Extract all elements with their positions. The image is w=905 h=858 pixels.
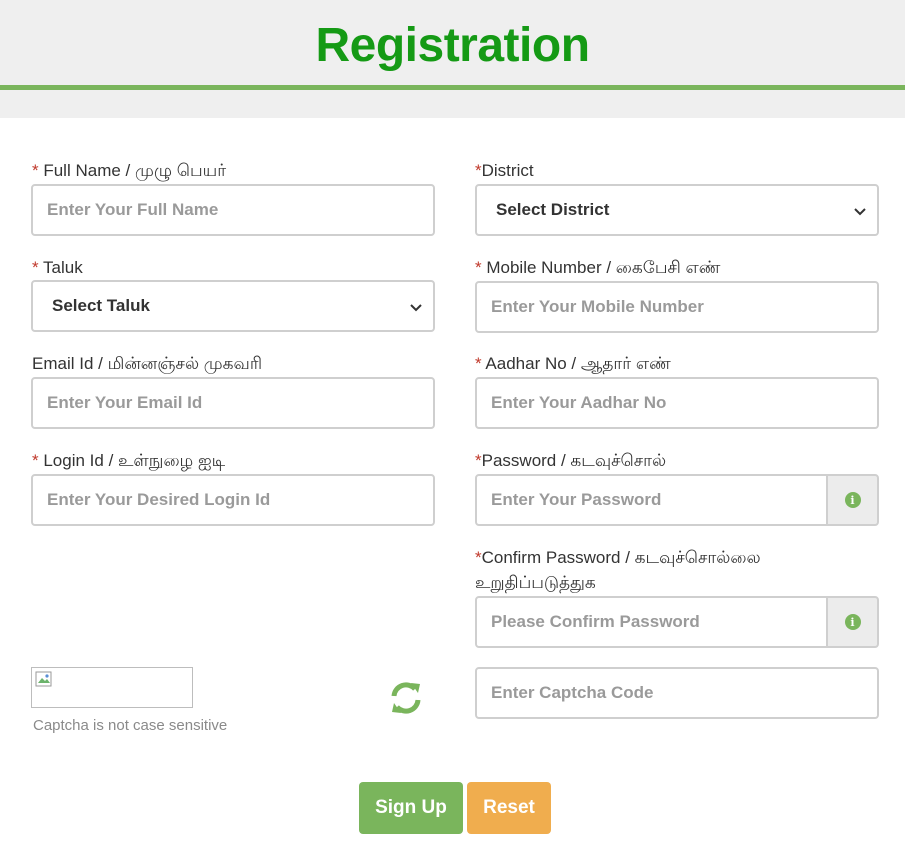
district-label: *District (475, 161, 534, 180)
refresh-icon[interactable] (388, 680, 424, 716)
confirm-password-label: *Confirm Password / கடவுச்சொல்லை (475, 548, 761, 567)
password-info-button[interactable]: i (827, 474, 879, 526)
district-select[interactable]: Select District (475, 184, 879, 236)
info-icon: i (844, 492, 861, 508)
required-marker: * (475, 161, 482, 180)
password-input[interactable] (475, 474, 828, 526)
chevron-down-icon (410, 304, 422, 312)
taluk-select[interactable]: Select Taluk (31, 280, 435, 332)
info-icon: i (844, 614, 861, 630)
confirm-password-label-line2: உறுதிப்படுத்துக (475, 573, 596, 592)
password-label: *Password / கடவுச்சொல் (475, 451, 667, 470)
required-marker: * (475, 258, 482, 277)
mobile-input[interactable] (475, 281, 879, 333)
required-marker: * (32, 258, 39, 277)
sign-up-button[interactable]: Sign Up (359, 782, 463, 834)
confirm-password-input[interactable] (475, 596, 828, 648)
reset-button[interactable]: Reset (467, 782, 551, 834)
header-divider (0, 85, 905, 90)
required-marker: * (475, 548, 482, 567)
page-header: Registration (0, 0, 905, 118)
required-marker: * (32, 451, 39, 470)
broken-image-icon (35, 671, 52, 687)
chevron-down-icon (854, 208, 866, 216)
page-title: Registration (315, 19, 590, 72)
captcha-input[interactable] (475, 667, 879, 719)
required-marker: * (32, 161, 39, 180)
aadhar-input[interactable] (475, 377, 879, 429)
aadhar-label: * Aadhar No / ஆதார் எண் (475, 354, 671, 373)
taluk-selected-value: Select Taluk (52, 296, 150, 315)
district-selected-value: Select District (496, 200, 610, 219)
mobile-label: * Mobile Number / கைபேசி எண் (475, 258, 721, 277)
captcha-note: Captcha is not case sensitive (33, 717, 228, 734)
required-marker: * (475, 451, 482, 470)
required-marker: * (475, 354, 482, 373)
email-label: Email Id / மின்னஞ்சல் முகவரி (32, 354, 263, 373)
email-input[interactable] (31, 377, 435, 429)
confirm-password-info-button[interactable]: i (827, 596, 879, 648)
login-id-input[interactable] (31, 474, 435, 526)
full-name-input[interactable] (31, 184, 435, 236)
captcha-image (31, 667, 193, 708)
full-name-label: * Full Name / முழு பெயர் (32, 161, 227, 180)
taluk-label: * Taluk (32, 258, 83, 277)
login-id-label: * Login Id / உள்நுழை ஐடி (32, 451, 226, 470)
